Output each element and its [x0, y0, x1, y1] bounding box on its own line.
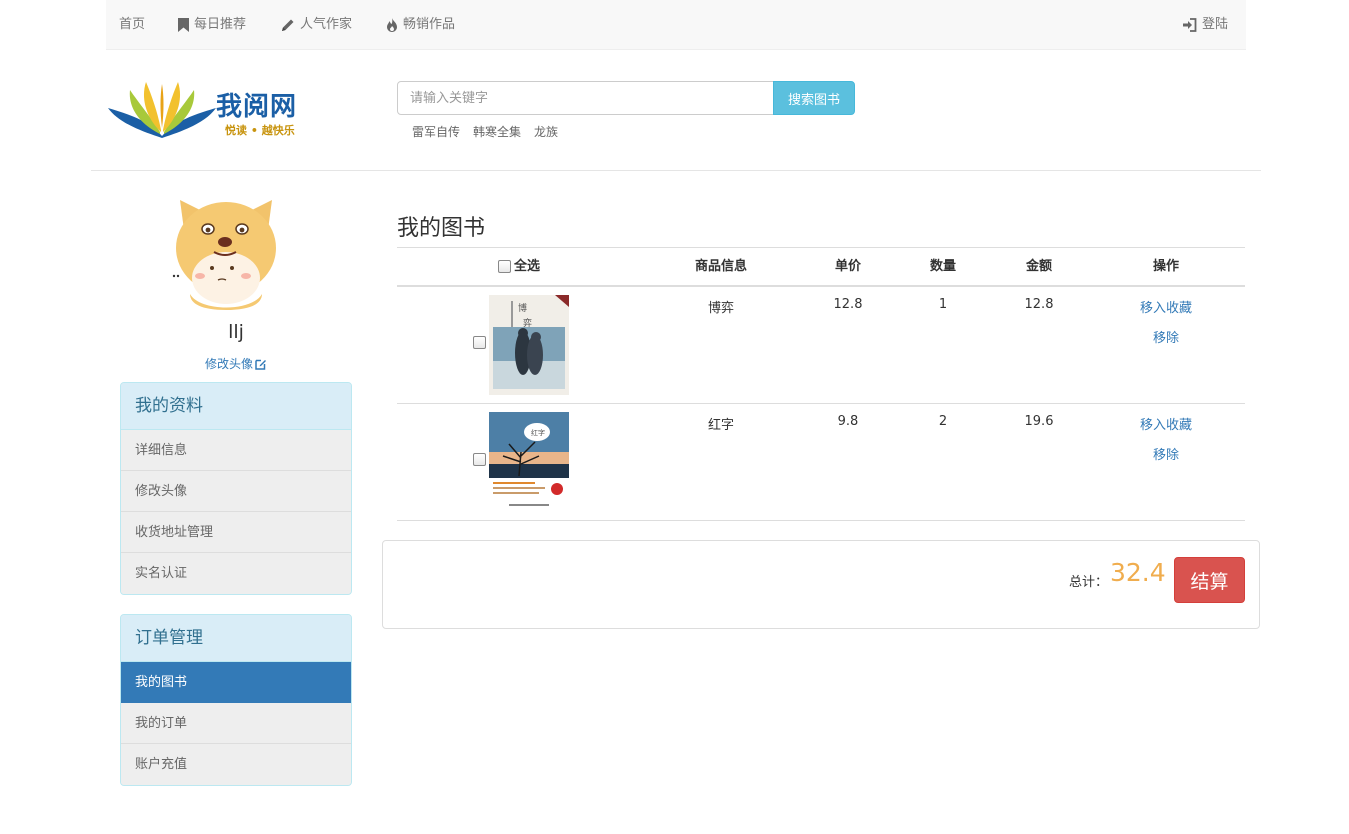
select-all-checkbox[interactable]: [498, 260, 511, 273]
column-header-action: 操作: [1152, 259, 1179, 274]
book-name[interactable]: 博弈: [671, 297, 771, 316]
user-avatar: [172, 200, 276, 310]
nav-bestsellers-label: 畅销作品: [403, 17, 456, 32]
header-divider: [91, 170, 1261, 171]
cart-table-header: 全选 商品信息 单价 数量 金额 操作: [397, 248, 1245, 287]
row-checkbox[interactable]: [473, 453, 486, 466]
total-label: 总计：: [1069, 575, 1109, 590]
column-header-amount: 金额: [1025, 259, 1052, 274]
sidebar-item-addresses[interactable]: 收货地址管理: [121, 512, 351, 553]
checkout-button[interactable]: 结算: [1174, 557, 1245, 603]
open-book-logo-icon: [108, 82, 216, 138]
amount: 12.8: [1024, 297, 1054, 312]
svg-text:博: 博: [518, 302, 527, 314]
move-to-favorites-link[interactable]: 移入收藏: [1126, 297, 1206, 316]
edit-avatar-label: 修改头像: [204, 357, 253, 371]
nav-login-label: 登陆: [1202, 17, 1229, 32]
column-header-price: 单价: [834, 259, 861, 274]
nav-daily-label: 每日推荐: [194, 17, 247, 32]
sidebar-item-my-orders[interactable]: 我的订单: [121, 703, 351, 744]
nav-home[interactable]: 首页: [119, 0, 145, 50]
column-header-info: 商品信息: [694, 259, 747, 274]
edit-icon: [255, 359, 266, 370]
total-value: 32.4: [1110, 558, 1166, 587]
sidebar-item-recharge[interactable]: 账户充值: [121, 744, 351, 785]
nav-login[interactable]: 登陆: [1182, 0, 1228, 50]
hot-word-link[interactable]: 雷军自传: [412, 123, 460, 140]
top-navbar: 首页 每日推荐 人气作家 畅销作品 登陆: [106, 0, 1246, 50]
logo-title: 我阅网: [216, 92, 298, 122]
pencil-icon: [282, 19, 294, 31]
orders-panel: 订单管理 我的图书 我的订单 账户充值: [120, 614, 352, 786]
login-icon: [1183, 18, 1197, 32]
row-checkbox[interactable]: [473, 336, 486, 349]
unit-price: 12.8: [833, 297, 863, 312]
book-cover-image: 博 弈: [489, 295, 569, 395]
fire-icon: [387, 18, 397, 32]
book-cover-image: 红字: [489, 412, 569, 512]
profile-panel-title: 我的资料: [121, 383, 351, 430]
hot-word-link[interactable]: 韩寒全集: [473, 123, 521, 140]
remove-link[interactable]: 移除: [1126, 327, 1206, 346]
hot-search-words: 雷军自传 韩寒全集 龙族: [412, 123, 558, 140]
remove-link[interactable]: 移除: [1126, 444, 1206, 463]
quantity: 2: [938, 414, 948, 429]
move-to-favorites-link[interactable]: 移入收藏: [1126, 414, 1206, 433]
checkout-summary: 总计： 32.4 结算: [382, 540, 1260, 629]
nav-authors-label: 人气作家: [300, 17, 353, 32]
quantity: 1: [938, 297, 948, 312]
search-input[interactable]: [397, 81, 774, 115]
profile-panel: 我的资料 详细信息 修改头像 收货地址管理 实名认证: [120, 382, 352, 595]
column-header-qty: 数量: [929, 259, 956, 274]
select-all-header: 全选: [498, 248, 540, 285]
unit-price: 9.8: [837, 414, 859, 429]
amount: 19.6: [1024, 414, 1054, 429]
svg-text:红字: 红字: [531, 428, 545, 437]
nav-authors[interactable]: 人气作家: [281, 0, 352, 50]
site-logo[interactable]: 我阅网 悦读 • 越快乐: [108, 78, 318, 142]
table-row: 博 弈 博弈 12.8 1 12.8 移入收藏 移除: [397, 287, 1245, 404]
edit-avatar-link[interactable]: 修改头像: [120, 355, 352, 372]
nav-home-label: 首页: [119, 17, 146, 32]
username: llj: [228, 321, 244, 343]
nav-bestsellers[interactable]: 畅销作品: [386, 0, 455, 50]
sidebar-item-details[interactable]: 详细信息: [121, 430, 351, 471]
hot-word-link[interactable]: 龙族: [534, 123, 558, 140]
search-button[interactable]: 搜索图书: [773, 81, 855, 115]
table-row: 红字 红字 9.8 2 19.6 移入收藏 移除: [397, 404, 1245, 521]
page-title: 我的图书: [397, 216, 486, 241]
sidebar-item-verification[interactable]: 实名认证: [121, 553, 351, 594]
sidebar-item-edit-avatar[interactable]: 修改头像: [121, 471, 351, 512]
select-all-label: 全选: [514, 259, 541, 274]
book-name[interactable]: 红字: [671, 414, 771, 433]
nav-daily[interactable]: 每日推荐: [178, 0, 246, 50]
logo-slogan: 悦读 • 越快乐: [225, 124, 295, 137]
bookmark-icon: [178, 18, 189, 32]
sidebar-item-my-books[interactable]: 我的图书: [121, 662, 351, 703]
orders-panel-title: 订单管理: [121, 615, 351, 662]
